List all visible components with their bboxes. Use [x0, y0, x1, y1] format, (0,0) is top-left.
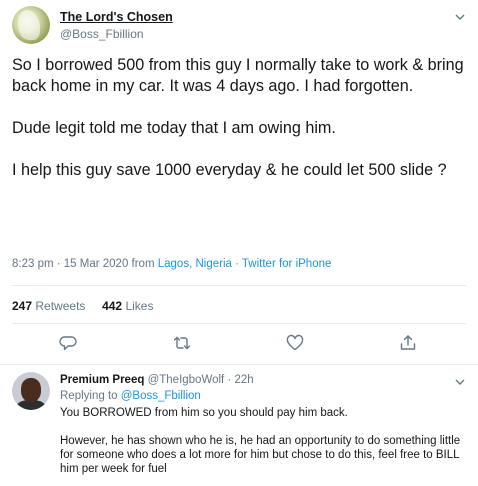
tweet-meta: 8:23 pm · 15 Mar 2020 from Lagos, Nigeri…	[12, 258, 331, 270]
chevron-down-icon[interactable]	[454, 10, 466, 22]
share-icon[interactable]	[398, 333, 418, 353]
likes-stat[interactable]: 442 Likes	[102, 299, 153, 313]
reply-text: You BORROWED from him so you should pay …	[60, 407, 461, 475]
reply-time-separator: ·	[224, 374, 235, 386]
meta-separator: ·	[231, 258, 242, 270]
retweets-label: Retweets	[35, 299, 86, 313]
reply-header: Premium Preeq @TheIgboWolf · 22h	[60, 374, 254, 386]
retweets-count: 247	[12, 299, 33, 313]
retweet-icon[interactable]	[172, 333, 192, 353]
likes-count: 442	[102, 299, 123, 313]
engagement-stats: 247 Retweets 442 Likes	[12, 299, 153, 313]
avatar-face	[21, 378, 41, 402]
likes-label: Likes	[125, 299, 154, 313]
replying-to-link[interactable]: @Boss_Fbillion	[121, 390, 201, 402]
replying-prefix: Replying to	[60, 390, 121, 402]
chevron-down-icon[interactable]	[454, 375, 466, 387]
replying-to: Replying to @Boss_Fbillion	[60, 390, 201, 402]
divider	[0, 364, 478, 365]
action-bar	[0, 333, 478, 355]
divider	[12, 323, 466, 324]
reply-author-handle[interactable]: @TheIgboWolf	[148, 374, 225, 386]
tweet-text: So I borrowed 500 from this guy I normal…	[12, 56, 464, 179]
avatar[interactable]	[12, 372, 50, 410]
author-name[interactable]: The Lord's Chosen	[60, 10, 173, 24]
reply-author-name[interactable]: Premium Preeq	[60, 374, 144, 386]
divider	[12, 285, 466, 286]
like-icon[interactable]	[285, 333, 305, 353]
author-handle[interactable]: @Boss_Fbillion	[60, 27, 144, 41]
location-link[interactable]: Lagos, Nigeria	[158, 258, 232, 270]
retweets-stat[interactable]: 247 Retweets	[12, 299, 85, 313]
avatar[interactable]	[12, 6, 50, 44]
reply-timestamp[interactable]: 22h	[234, 374, 253, 386]
source-link[interactable]: Twitter for iPhone	[242, 258, 331, 270]
reply-icon[interactable]	[58, 333, 78, 353]
tweet-timestamp[interactable]: 8:23 pm · 15 Mar 2020 from	[12, 258, 158, 270]
